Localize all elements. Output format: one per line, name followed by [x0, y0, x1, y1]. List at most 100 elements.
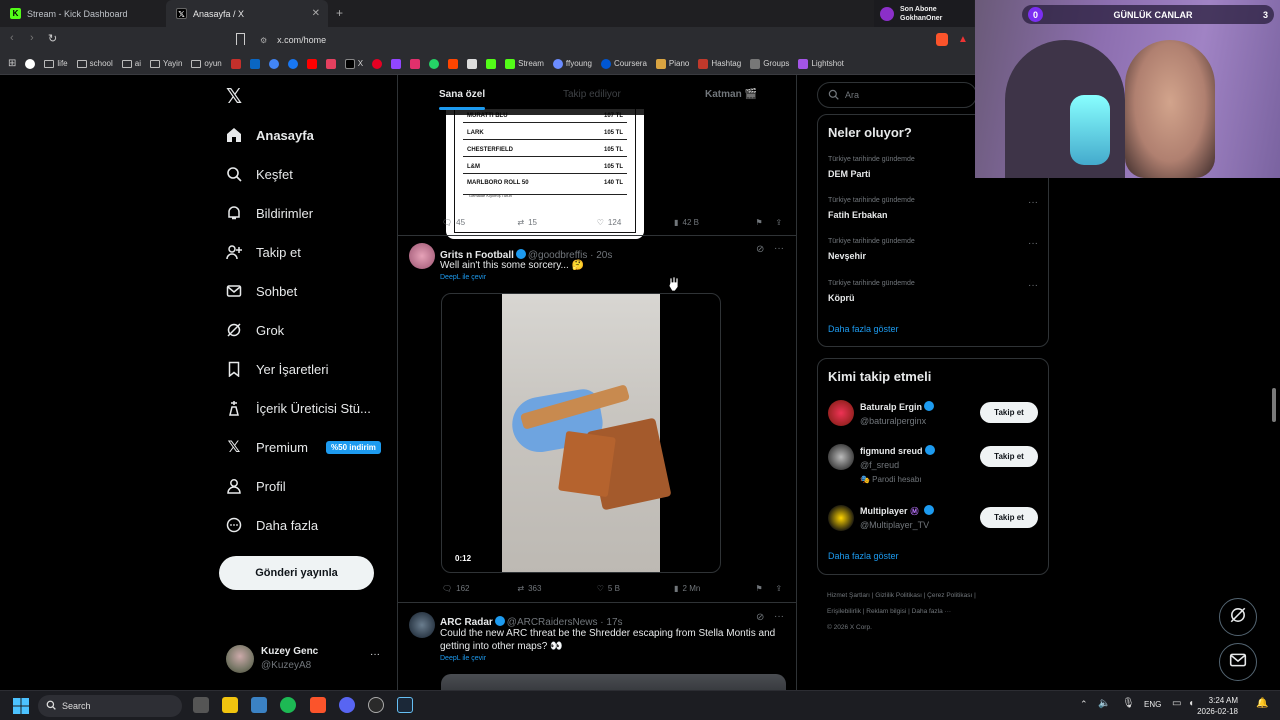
share-button[interactable]: ⇪	[775, 218, 782, 227]
bookmark-coursera[interactable]: Coursera	[601, 58, 647, 69]
tab-kick-dashboard[interactable]: K Stream - Kick Dashboard	[0, 0, 166, 27]
account-more-icon[interactable]: ···	[370, 649, 380, 660]
bookmark-x[interactable]: X	[344, 58, 363, 69]
nav-item-grok[interactable]: Grok	[226, 322, 284, 338]
bookmark-ffyoung[interactable]: ffyoung	[552, 58, 592, 69]
views-button[interactable]: ▮ 42 B	[674, 218, 755, 227]
linkedin-icon[interactable]	[249, 58, 260, 69]
nav-item-notifications[interactable]: Bildirimler	[226, 205, 313, 221]
translate-link[interactable]: DeepL ile çevir	[440, 655, 486, 662]
language-indicator[interactable]: ENG	[1144, 700, 1161, 709]
bookmark-button[interactable]: ⚑	[755, 218, 775, 227]
taskbar-search[interactable]: Search	[38, 695, 182, 717]
messages-fab[interactable]	[1219, 643, 1257, 681]
bookmark-hashtag[interactable]: Hashtag	[698, 58, 741, 69]
avatar[interactable]	[828, 444, 854, 470]
notification-icon[interactable]: 🔔	[1256, 698, 1268, 709]
avatar[interactable]	[828, 505, 854, 531]
close-tab-icon[interactable]: ✕	[312, 8, 320, 19]
tab-following[interactable]: Takip ediliyor	[563, 89, 621, 100]
apps-grid-icon[interactable]: ⊞	[8, 58, 16, 69]
network-icon[interactable]: ▭	[1172, 698, 1181, 709]
spotify-icon[interactable]	[280, 697, 296, 713]
bookmark-yayin[interactable]: Yayin	[149, 59, 182, 68]
translate-link[interactable]: DeepL ile çevir	[440, 274, 486, 281]
like-button[interactable]: ♡ 124	[597, 218, 674, 227]
suggested-user-name[interactable]: Baturalp Ergin	[860, 401, 936, 412]
repost-button[interactable]: ⇄ 363	[517, 584, 596, 593]
like-button[interactable]: ♡ 5 B	[597, 584, 674, 593]
show-more-link[interactable]: Daha fazla göster	[828, 551, 899, 561]
new-tab-button[interactable]: +	[336, 6, 343, 20]
bookmark-button[interactable]: ⚑	[755, 584, 775, 593]
microphone-icon[interactable]: 🎙	[1122, 698, 1135, 709]
avatar[interactable]	[828, 400, 854, 426]
grok-fab[interactable]	[1219, 598, 1257, 636]
grok-icon[interactable]: ⊘	[756, 612, 764, 623]
nav-item-profile[interactable]: Profil	[226, 478, 286, 494]
file-explorer-icon[interactable]	[222, 697, 238, 713]
photos-icon[interactable]	[251, 697, 267, 713]
tab-katman[interactable]: Katman 🎬	[705, 89, 757, 100]
kick-icon[interactable]	[486, 58, 497, 69]
trend-item[interactable]: Fatih Erbakan	[828, 210, 888, 220]
search-input[interactable]: Ara	[817, 82, 977, 108]
footer-line[interactable]: Erişilebilirlik | Reklam bilgisi | Daha …	[827, 604, 1047, 620]
footer-line[interactable]: Hizmet Şartları | Gizlilik Politikası | …	[827, 588, 1047, 604]
brave-browser-icon[interactable]	[310, 697, 326, 713]
brave-rewards-icon[interactable]: ▲	[958, 34, 968, 45]
nav-item-chat[interactable]: Sohbet	[226, 283, 297, 299]
url-field[interactable]: ⚙ x.com/home	[260, 31, 326, 49]
tweet-video[interactable]: 0:12	[441, 293, 721, 573]
tumblr-icon[interactable]	[448, 58, 459, 69]
reply-button[interactable]: 🗨 162	[442, 584, 517, 593]
avatar[interactable]	[409, 243, 435, 269]
account-switcher[interactable]: Kuzey Genc @KuzeyA8 ···	[226, 643, 386, 675]
bookmark-piano[interactable]: Piano	[655, 58, 689, 69]
views-button[interactable]: ▮ 2 Mn	[674, 584, 755, 593]
messenger-icon[interactable]	[287, 58, 298, 69]
tab-x-home[interactable]: 𝕏 Anasayfa / X ✕	[166, 0, 328, 27]
show-more-link[interactable]: Daha fazla göster	[828, 324, 899, 334]
nav-item-more[interactable]: Daha fazla	[226, 517, 318, 533]
bookmark-page-icon[interactable]	[236, 33, 245, 45]
nav-item-follow[interactable]: Takip et	[226, 244, 301, 260]
volume-icon[interactable]: 🔈	[1098, 698, 1110, 709]
bookmark-lightshot[interactable]: Lightshot	[798, 58, 844, 69]
tweet-image[interactable]	[441, 674, 786, 690]
nav-item-bookmarks[interactable]: Yer İşaretleri	[226, 361, 329, 377]
trend-item[interactable]: Köprü	[828, 293, 855, 303]
tab-for-you[interactable]: Sana özel	[439, 89, 486, 110]
page-scrollbar[interactable]	[1272, 388, 1276, 422]
back-icon[interactable]: ‹	[10, 32, 14, 44]
forward-icon[interactable]: ›	[30, 32, 34, 44]
bookmark-stream[interactable]: Stream	[505, 58, 544, 69]
suggested-user-name[interactable]: figmund sreud	[860, 445, 937, 456]
nav-item-home[interactable]: Anasayfa	[226, 127, 314, 143]
twitch-icon[interactable]	[391, 58, 402, 69]
gmail-icon[interactable]	[325, 58, 336, 69]
trend-item[interactable]: DEM Parti	[828, 169, 871, 179]
google-icon[interactable]	[268, 58, 279, 69]
steam-icon[interactable]	[397, 697, 413, 713]
bookmark-school[interactable]: school	[76, 59, 113, 68]
system-clock[interactable]: 3:24 AM 2026-02-18	[1197, 695, 1238, 717]
bookmark-groups[interactable]: Groups	[750, 58, 789, 69]
repost-button[interactable]: ⇄ 15	[517, 218, 596, 227]
suggested-user-name[interactable]: Multiplayer Ⓜ	[860, 505, 936, 517]
post-button[interactable]: Gönderi yayınla	[219, 556, 374, 590]
whatsapp-icon[interactable]	[429, 58, 440, 69]
nav-item-premium[interactable]: 𝕏 Premium %50 indirim	[226, 439, 381, 456]
share-button[interactable]: ⇪	[775, 584, 782, 593]
task-view-icon[interactable]	[193, 697, 209, 713]
more-options-icon[interactable]: ···	[1028, 238, 1038, 249]
youtube-icon[interactable]	[230, 58, 241, 69]
reload-icon[interactable]: ↻	[48, 32, 57, 45]
bookmark-oyun[interactable]: oyun	[191, 59, 222, 68]
speaker-icon[interactable]: ◖	[1188, 698, 1194, 709]
bookmark-ai[interactable]: ai	[121, 59, 141, 68]
more-options-icon[interactable]: ···	[1028, 280, 1038, 291]
amazon-icon[interactable]	[467, 58, 478, 69]
more-options-icon[interactable]: ···	[1028, 197, 1038, 208]
trend-item[interactable]: Nevşehir	[828, 251, 866, 261]
